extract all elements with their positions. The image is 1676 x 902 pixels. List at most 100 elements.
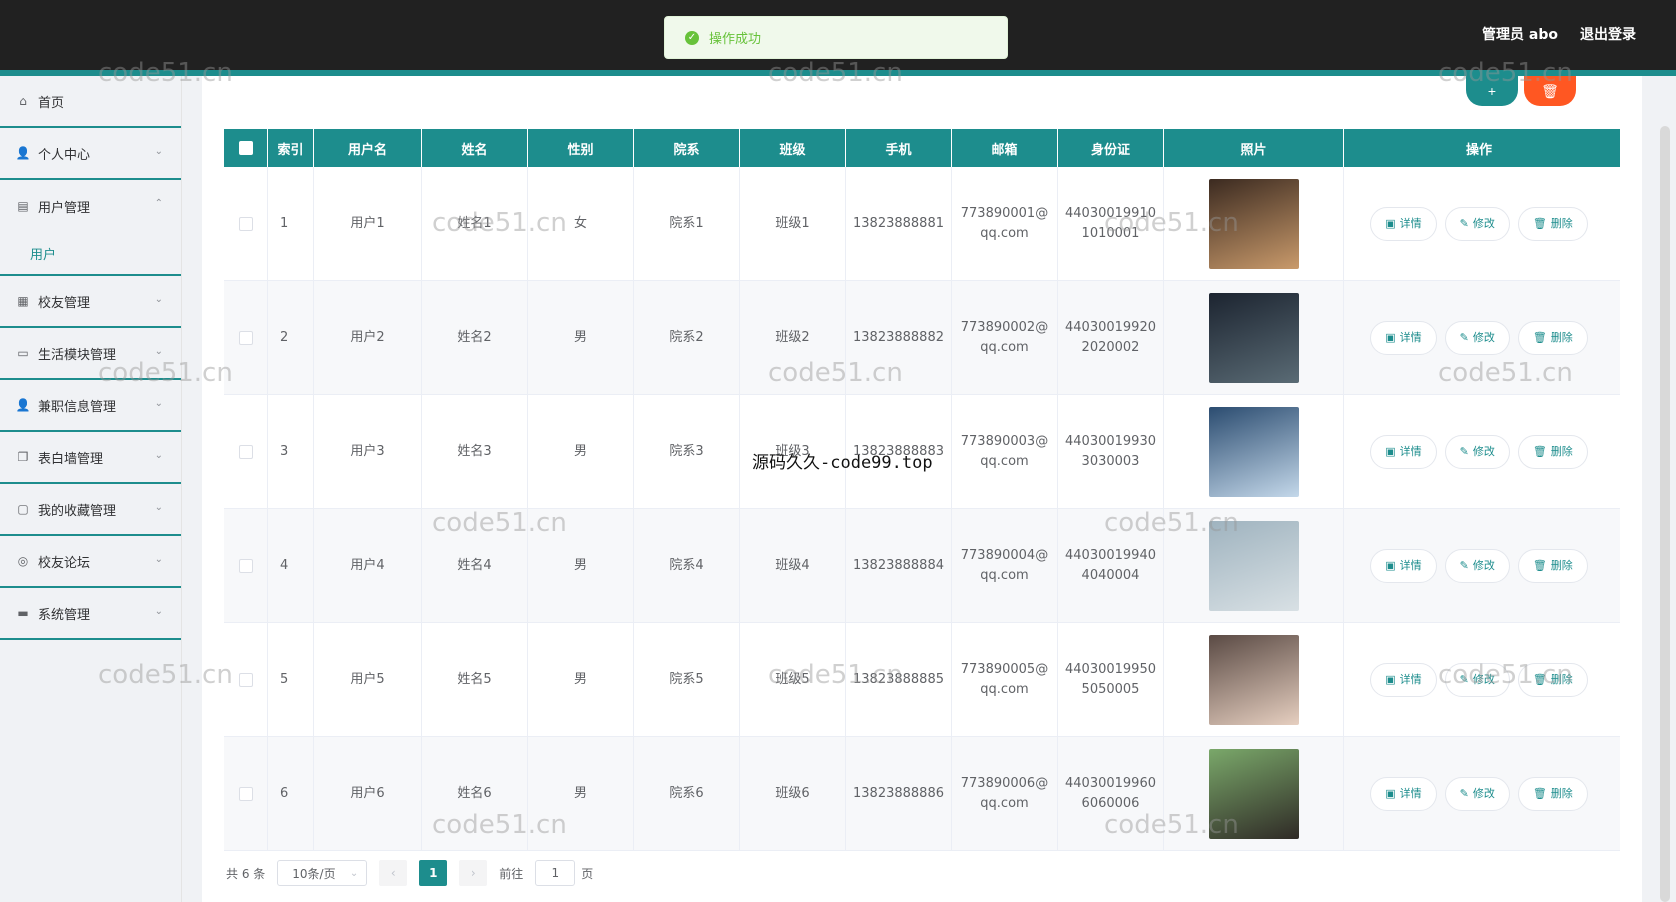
sidebar-subitem-user[interactable]: 用户 [0, 232, 181, 276]
sidebar-item-user-management[interactable]: ▤ 用户管理 ⌃ [0, 180, 181, 232]
table-row[interactable]: 6 用户6 姓名6 男院系6 班级6 13823888886 773890006@ qq.co… [224, 737, 1620, 851]
detail-label: 详情 [1399, 216, 1422, 230]
detail-label: 详情 [1399, 672, 1422, 686]
trash-icon: 🗑 [1532, 558, 1547, 572]
delete-button[interactable]: 🗑 删除 [1517, 548, 1588, 583]
delete-label: 删除 [1550, 786, 1573, 800]
id-line: 44030019930 [1065, 433, 1156, 449]
sidebar-item-forum[interactable]: ◎ 校友论坛 ⌄ [0, 536, 181, 588]
row-checkbox[interactable] [238, 558, 253, 573]
cell-index: 4 [268, 509, 314, 622]
logout-link[interactable]: 退出登录 [1580, 24, 1636, 44]
column-header[interactable]: 用户名 [314, 129, 422, 167]
trash-icon: 🗑 [1532, 330, 1547, 344]
column-header[interactable]: 班级 [740, 129, 846, 167]
delete-label: 删除 [1550, 216, 1573, 230]
delete-button[interactable]: 🗑 删除 [1517, 776, 1588, 811]
user-photo[interactable] [1208, 748, 1299, 839]
user-photo[interactable] [1208, 520, 1299, 611]
row-checkbox[interactable] [238, 330, 253, 345]
cell-index: 3 [268, 395, 314, 508]
sidebar-item-favorites[interactable]: ▢ 我的收藏管理 ⌄ [0, 484, 181, 536]
id-line: 44030019920 [1065, 319, 1156, 335]
delete-button[interactable]: 🗑 删除 [1517, 206, 1588, 241]
delete-button[interactable]: 🗑 删除 [1517, 434, 1588, 469]
edit-button[interactable]: ✎ 修改 [1444, 776, 1510, 811]
cell-index: 1 [268, 167, 314, 280]
column-header[interactable]: 身份证 [1058, 129, 1164, 167]
detail-button[interactable]: ▣ 详情 [1370, 206, 1437, 241]
column-header[interactable]: 邮箱 [952, 129, 1058, 167]
delete-button[interactable]: 🗑 删除 [1517, 320, 1588, 355]
table-row[interactable]: 2 用户2 姓名2 男院系2 班级2 13823888882 773890002@ qq.co… [224, 281, 1620, 395]
copy-icon: ❐ [17, 450, 29, 464]
page-scrollbar[interactable] [1660, 126, 1670, 902]
sidebar-item-personal-center[interactable]: 👤 个人中心 ⌄ [0, 128, 181, 180]
edit-button[interactable]: ✎ 修改 [1444, 206, 1510, 241]
column-header[interactable]: 照片 [1164, 129, 1344, 167]
user-photo[interactable] [1208, 634, 1299, 725]
sidebar-item-home[interactable]: ⌂ 首页 [0, 76, 181, 128]
sidebar-item-alumni-management[interactable]: ▦ 校友管理 ⌄ [0, 276, 181, 328]
edit-button[interactable]: ✎ 修改 [1444, 320, 1510, 355]
cell-class: 班级6 [740, 737, 846, 850]
edit-button[interactable]: ✎ 修改 [1444, 548, 1510, 583]
next-page-button[interactable]: › [459, 860, 488, 886]
globe-icon: ◎ [17, 554, 29, 568]
page-size-select[interactable]: 10条/页 ⌄ [277, 860, 368, 886]
detail-button[interactable]: ▣ 详情 [1370, 548, 1437, 583]
row-checkbox[interactable] [238, 444, 253, 459]
cell-actions: ▣ 详情 ✎ 修改 🗑 删除 [1344, 395, 1614, 508]
user-photo[interactable] [1208, 178, 1299, 269]
table-row[interactable]: 5 用户5 姓名5 男院系5 班级5 13823888885 773890005@ qq.co… [224, 623, 1620, 737]
row-select-cell [224, 167, 268, 280]
sidebar-item-parttime[interactable]: 👤 兼职信息管理 ⌄ [0, 380, 181, 432]
detail-button[interactable]: ▣ 详情 [1370, 662, 1437, 697]
delete-button[interactable]: 🗑 删除 [1517, 662, 1588, 697]
sidebar-item-confession-wall[interactable]: ❐ 表白墙管理 ⌄ [0, 432, 181, 484]
table-row[interactable]: 3 用户3 姓名3 男院系3 班级3 13823888883 773890003@ qq.co… [224, 395, 1620, 509]
sidebar-item-label: 表白墙管理 [38, 451, 104, 467]
document-icon: ▣ [1385, 672, 1396, 686]
chevron-down-icon: ⌄ [154, 294, 163, 305]
row-checkbox[interactable] [238, 672, 253, 687]
prev-page-button[interactable]: ‹ [379, 860, 408, 886]
admin-name[interactable]: 管理员 abo [1482, 24, 1558, 44]
row-checkbox[interactable] [238, 216, 253, 231]
detail-button[interactable]: ▣ 详情 [1370, 434, 1437, 469]
cell-phone: 13823888881 [846, 167, 952, 280]
column-header[interactable]: 索引 [268, 129, 314, 167]
edit-button[interactable]: ✎ 修改 [1444, 434, 1510, 469]
row-select-cell [224, 281, 268, 394]
chevron-down-icon: ⌄ [154, 346, 163, 357]
sidebar-item-label: 个人中心 [38, 147, 91, 163]
batch-delete-button[interactable]: 🗑 [1524, 76, 1576, 106]
edit-label: 修改 [1472, 444, 1495, 458]
edit-label: 修改 [1472, 216, 1495, 230]
row-checkbox[interactable] [238, 786, 253, 801]
sidebar-item-life-module[interactable]: ▭ 生活模块管理 ⌄ [0, 328, 181, 380]
email-line: 773890002@ [960, 319, 1049, 335]
select-all-checkbox[interactable] [238, 141, 253, 155]
table-row[interactable]: 4 用户4 姓名4 男院系4 班级4 13823888884 773890004@ qq.co… [224, 509, 1620, 623]
email-line: 773890001@ [960, 205, 1049, 221]
user-photo[interactable] [1208, 292, 1299, 383]
document-icon: ▣ [1385, 216, 1396, 230]
pencil-icon: ✎ [1459, 786, 1469, 800]
user-photo[interactable] [1208, 406, 1299, 497]
column-header[interactable]: 性别 [528, 129, 634, 167]
edit-label: 修改 [1472, 672, 1495, 686]
edit-button[interactable]: ✎ 修改 [1444, 662, 1510, 697]
goto-page-input[interactable]: 1 [535, 860, 576, 886]
table-header: 索引 用户名 姓名 性别 院系 班级 手机 邮箱 身份证 照片 操作 [224, 129, 1620, 167]
column-header[interactable]: 手机 [846, 129, 952, 167]
detail-button[interactable]: ▣ 详情 [1370, 776, 1437, 811]
detail-button[interactable]: ▣ 详情 [1370, 320, 1437, 355]
table-row[interactable]: 1 用户1 姓名1 女院系1 班级1 13823888881 773890001@ qq.co… [224, 167, 1620, 281]
page-number-current[interactable]: 1 [419, 860, 448, 886]
sidebar-item-system[interactable]: ▬ 系统管理 ⌄ [0, 588, 181, 640]
add-button[interactable]: + [1466, 76, 1518, 106]
cell-phone: 13823888884 [846, 509, 952, 622]
column-header[interactable]: 姓名 [422, 129, 528, 167]
column-header[interactable]: 院系 [634, 129, 740, 167]
